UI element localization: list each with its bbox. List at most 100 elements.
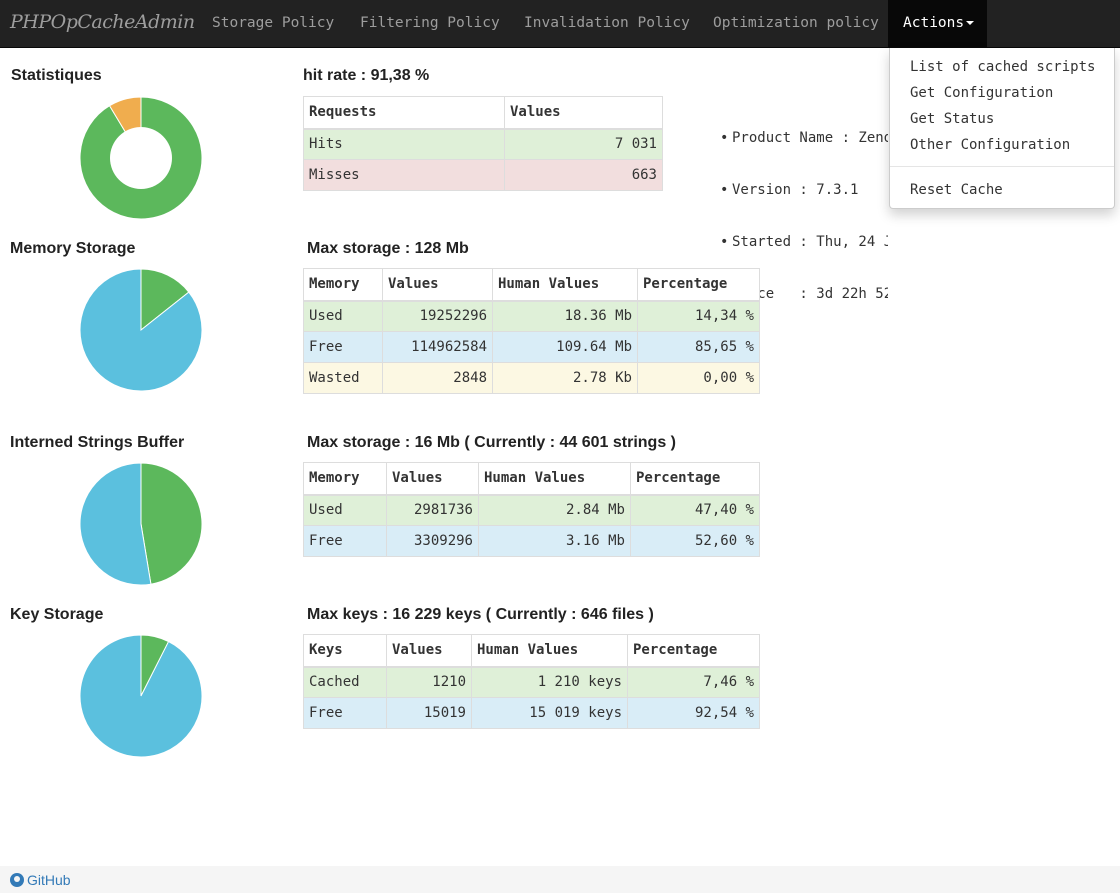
pie-svg <box>80 269 202 391</box>
row-value: 7 031 <box>504 128 663 160</box>
row-percentage: 52,60 % <box>630 525 760 557</box>
column-header: Human Values <box>471 634 628 668</box>
pie-slice-used <box>140 463 202 585</box>
keys-pie-chart <box>80 635 202 757</box>
nav-invalidation-policy[interactable]: Invalidation Policy <box>524 0 690 47</box>
memory-max-storage-title: Max storage : 128 Mb <box>307 240 469 257</box>
column-header: Human Values <box>492 268 638 302</box>
actions-dropdown-menu: List of cached scripts Get Configuration… <box>889 48 1115 209</box>
info-started: Started : Thu, 24 J <box>720 232 888 252</box>
table-header-row: Memory Values Human Values Percentage <box>303 462 760 496</box>
info-version: Version : 7.3.1 <box>720 180 888 200</box>
table-row: Used 19252296 18.36 Mb 14,34 % <box>303 300 760 332</box>
table-row: Free 114962584 109.64 Mb 85,65 % <box>303 331 760 363</box>
interned-strings-title: Interned Strings Buffer <box>10 434 185 451</box>
row-label: Free <box>303 331 383 363</box>
pie-svg <box>80 97 202 219</box>
column-header: Percentage <box>627 634 760 668</box>
row-human-value: 18.36 Mb <box>492 300 638 332</box>
column-header: Values <box>386 462 479 496</box>
row-human-value: 2.84 Mb <box>478 494 631 526</box>
key-storage-title: Key Storage <box>10 606 104 623</box>
row-value: 663 <box>504 159 663 191</box>
keys-table: Keys Values Human Values Percentage Cach… <box>303 634 760 729</box>
row-value: 19252296 <box>382 300 493 332</box>
pie-slice-free <box>80 463 152 585</box>
column-header: Keys <box>303 634 387 668</box>
table-row: Free 3309296 3.16 Mb 52,60 % <box>303 525 760 557</box>
row-percentage: 7,46 % <box>627 666 760 698</box>
github-link[interactable]: GitHub <box>10 872 71 888</box>
actions-label: Actions <box>903 15 965 31</box>
nav-optimization-policy[interactable]: Optimization policy <box>713 0 879 47</box>
row-label: Free <box>303 697 387 729</box>
github-label: GitHub <box>27 872 71 888</box>
table-header-row: Requests Values <box>303 96 663 130</box>
menu-divider <box>890 166 1114 167</box>
row-value: 2981736 <box>386 494 479 526</box>
column-header: Percentage <box>630 462 760 496</box>
pie-svg <box>80 463 202 585</box>
column-header: Values <box>386 634 472 668</box>
menu-item-reset-cache[interactable]: Reset Cache <box>910 182 1003 198</box>
row-label: Misses <box>303 159 505 191</box>
row-human-value: 2.78 Kb <box>492 362 638 394</box>
menu-item-get-configuration[interactable]: Get Configuration <box>910 85 1053 101</box>
caret-down-icon <box>966 21 975 25</box>
column-header: Values <box>504 96 663 130</box>
column-header: Values <box>382 268 493 302</box>
row-human-value: 3.16 Mb <box>478 525 631 557</box>
row-label: Wasted <box>303 362 383 394</box>
actions-dropdown-toggle[interactable]: Actions <box>888 0 987 47</box>
row-percentage: 0,00 % <box>637 362 760 394</box>
memory-storage-title: Memory Storage <box>10 240 136 257</box>
table-header-row: Keys Values Human Values Percentage <box>303 634 760 668</box>
row-value: 114962584 <box>382 331 493 363</box>
nav-storage-policy[interactable]: Storage Policy <box>212 0 334 47</box>
column-header: Memory <box>303 268 383 302</box>
row-label: Hits <box>303 128 505 160</box>
row-human-value: 109.64 Mb <box>492 331 638 363</box>
row-label: Used <box>303 300 383 332</box>
statistics-table: Requests Values Hits 7 031 Misses 663 <box>303 96 663 191</box>
interned-pie-chart <box>80 463 202 585</box>
row-human-value: 15 019 keys <box>471 697 628 729</box>
hit-rate-title: hit rate : 91,38 % <box>303 67 430 84</box>
row-value: 3309296 <box>386 525 479 557</box>
navbar: PHPOpCacheAdmin Storage Policy Filtering… <box>0 0 1120 48</box>
row-human-value: 1 210 keys <box>471 666 628 698</box>
table-row: Hits 7 031 <box>303 128 663 160</box>
row-percentage: 14,34 % <box>637 300 760 332</box>
pie-slice-free <box>80 635 202 757</box>
column-header: Requests <box>303 96 505 130</box>
table-row: Wasted 2848 2.78 Kb 0,00 % <box>303 362 760 394</box>
row-label: Free <box>303 525 387 557</box>
interned-table: Memory Values Human Values Percentage Us… <box>303 462 760 557</box>
footer: GitHub <box>0 866 1120 893</box>
row-value: 15019 <box>386 697 472 729</box>
github-icon <box>10 873 24 887</box>
row-label: Cached <box>303 666 387 698</box>
table-header-row: Memory Values Human Values Percentage <box>303 268 760 302</box>
statistics-donut-chart <box>80 97 202 219</box>
column-header: Human Values <box>478 462 631 496</box>
memory-table: Memory Values Human Values Percentage Us… <box>303 268 760 394</box>
row-value: 2848 <box>382 362 493 394</box>
table-row: Used 2981736 2.84 Mb 47,40 % <box>303 494 760 526</box>
memory-pie-chart <box>80 269 202 391</box>
menu-item-get-status[interactable]: Get Status <box>910 111 994 127</box>
menu-item-other-configuration[interactable]: Other Configuration <box>910 137 1070 153</box>
menu-item-list-cached-scripts[interactable]: List of cached scripts <box>910 59 1095 75</box>
info-product-name: Product Name : Zend OPcache <box>720 128 888 148</box>
donut-hole <box>110 127 172 189</box>
max-keys-title: Max keys : 16 229 keys ( Currently : 646… <box>307 606 654 623</box>
row-value: 1210 <box>386 666 472 698</box>
brand-logo[interactable]: PHPOpCacheAdmin <box>10 11 195 33</box>
nav-filtering-policy[interactable]: Filtering Policy <box>360 0 500 47</box>
row-percentage: 92,54 % <box>627 697 760 729</box>
statistics-title: Statistiques <box>11 67 102 84</box>
pie-svg <box>80 635 202 757</box>
table-row: Misses 663 <box>303 159 663 191</box>
interned-max-storage-title: Max storage : 16 Mb ( Currently : 44 601… <box>307 434 676 451</box>
column-header: Percentage <box>637 268 760 302</box>
